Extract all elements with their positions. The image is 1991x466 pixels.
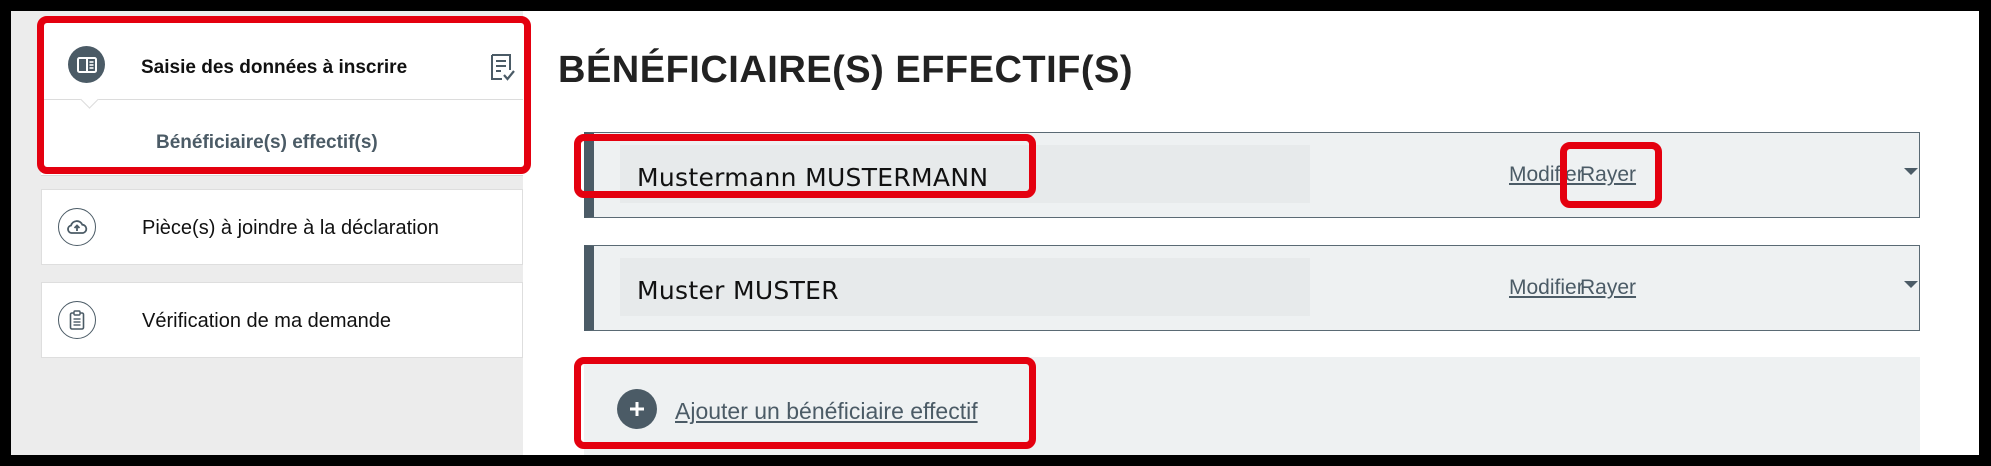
step-title: Saisie des données à inscrire <box>141 57 408 78</box>
sidebar-step-attachments[interactable]: Pièce(s) à joindre à la déclaration <box>41 189 523 265</box>
strike-link[interactable]: Rayer <box>1580 276 1636 300</box>
beneficiary-card[interactable]: Muster MUSTER Modifier Rayer <box>584 245 1920 331</box>
checklist-icon <box>489 53 515 88</box>
beneficiary-name: Muster MUSTER <box>637 276 839 305</box>
clipboard-icon <box>58 301 96 339</box>
beneficiary-name: Mustermann MUSTERMANN <box>637 163 989 192</box>
step-label: Vérification de ma demande <box>142 310 392 332</box>
app-frame: Saisie des données à inscrire Bénéficiai… <box>11 11 1979 455</box>
cloud-upload-icon <box>58 208 96 246</box>
form-icon <box>68 46 105 83</box>
sidebar-step-data-entry[interactable]: Saisie des données à inscrire Bénéficiai… <box>41 19 523 176</box>
sidebar-step-verification[interactable]: Vérification de ma demande <box>41 282 523 358</box>
chevron-down-icon[interactable] <box>1904 281 1918 288</box>
sidebar: Saisie des données à inscrire Bénéficiai… <box>11 11 523 455</box>
sidebar-item-beneficiaires[interactable]: Bénéficiaire(s) effectif(s) <box>156 132 378 154</box>
add-beneficiary-area: Ajouter un bénéficiaire effectif <box>584 357 1920 455</box>
step-label: Pièce(s) à joindre à la déclaration <box>142 217 439 239</box>
add-beneficiary-link[interactable]: Ajouter un bénéficiaire effectif <box>675 398 978 425</box>
page-title: BÉNÉFICIAIRE(S) EFFECTIF(S) <box>558 49 1134 91</box>
strike-link[interactable]: Rayer <box>1580 163 1636 187</box>
step-header[interactable]: Saisie des données à inscrire <box>41 19 523 100</box>
main-content: BÉNÉFICIAIRE(S) EFFECTIF(S) Mustermann M… <box>523 11 1979 455</box>
modify-link[interactable]: Modifier <box>1509 163 1584 187</box>
modify-link[interactable]: Modifier <box>1509 276 1584 300</box>
beneficiary-card[interactable]: Mustermann MUSTERMANN Modifier Rayer <box>584 132 1920 218</box>
chevron-down-icon[interactable] <box>1904 168 1918 175</box>
plus-icon[interactable] <box>617 389 657 429</box>
